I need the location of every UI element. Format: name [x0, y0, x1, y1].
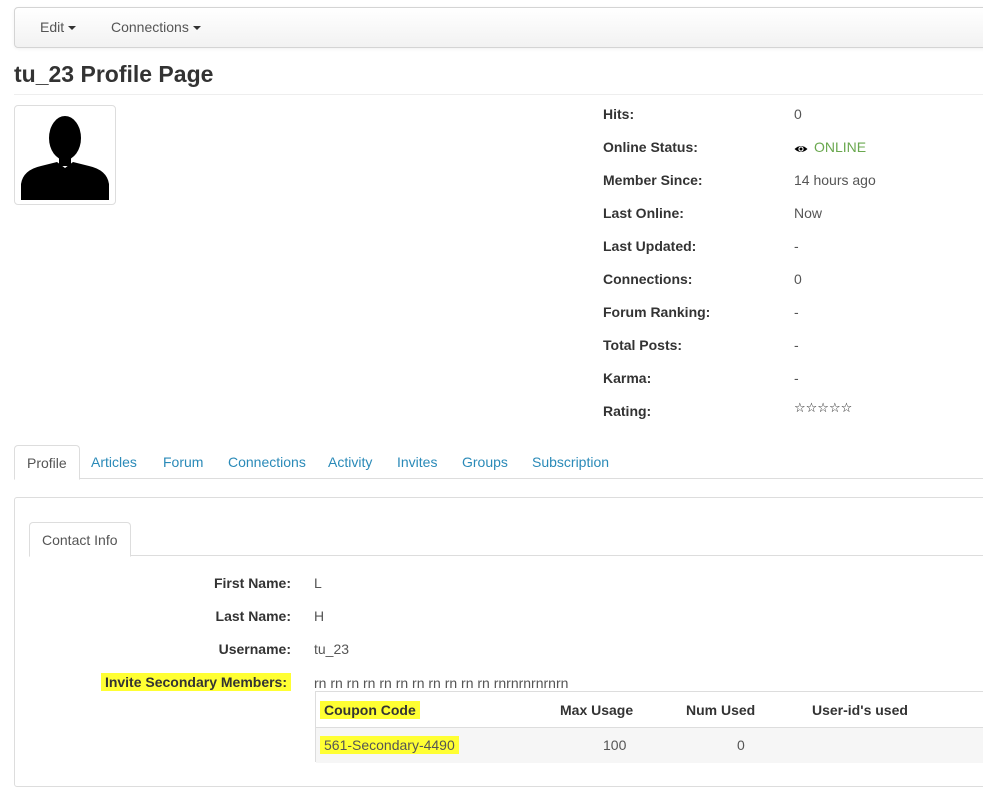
stat-value-hits: 0 [794, 106, 802, 122]
online-status-text: ONLINE [814, 139, 867, 155]
tab-articles[interactable]: Articles [91, 445, 137, 479]
tab-forum[interactable]: Forum [163, 445, 203, 479]
edit-menu-label: Edit [40, 19, 65, 35]
stat-label-online-status: Online Status: [603, 139, 698, 155]
rating-stars[interactable]: ☆☆☆☆☆ [794, 400, 852, 416]
max-usage-cell: 100 [603, 737, 627, 753]
user-silhouette-icon [19, 110, 111, 200]
page-title: tu_23 Profile Page [14, 61, 214, 87]
username-label: Username: [218, 641, 291, 657]
top-navbar: Edit Connections [14, 7, 983, 48]
caret-down-icon [192, 26, 201, 31]
stat-label-last-online: Last Online: [603, 205, 684, 221]
profile-panel: Contact Info First Name: L Last Name: H … [14, 497, 983, 787]
user-ids-used-header: User-id's used [812, 702, 908, 718]
first-name-label: First Name: [213, 575, 291, 591]
stat-label-last-updated: Last Updated: [603, 238, 697, 254]
stat-label-total-posts: Total Posts: [603, 337, 683, 353]
stat-label-karma: Karma: [603, 370, 652, 386]
eye-icon [794, 146, 808, 152]
max-usage-header: Max Usage [560, 702, 634, 718]
invite-secondary-members-label-text: Invite Secondary Members: [100, 673, 291, 691]
tab-invites[interactable]: Invites [397, 445, 437, 479]
stat-value-last-updated: - [794, 238, 799, 254]
tab-connections[interactable]: Connections [228, 445, 306, 479]
avatar[interactable] [14, 105, 116, 205]
stat-value-connections: 0 [794, 271, 802, 287]
title-divider [14, 94, 983, 95]
tab-contact-info[interactable]: Contact Info [29, 522, 131, 557]
stat-value-member-since: 14 hours ago [794, 172, 876, 188]
first-name-value: L [314, 575, 322, 591]
tab-profile[interactable]: Profile [14, 445, 80, 480]
profile-tabs: Profile Articles Forum Connections Activ… [14, 445, 983, 480]
stat-value-forum-ranking: - [794, 304, 799, 320]
connections-menu[interactable]: Connections [111, 19, 201, 35]
stat-label-hits: Hits: [603, 106, 635, 122]
tab-subscription[interactable]: Subscription [532, 445, 609, 479]
stat-label-member-since: Member Since: [603, 172, 703, 188]
tab-activity[interactable]: Activity [328, 445, 372, 479]
stat-value-online-status: ONLINE [794, 139, 866, 155]
last-name-label: Last Name: [215, 608, 291, 624]
last-name-value: H [314, 608, 325, 624]
table-row: 561-Secondary-4490 100 0 [316, 727, 983, 763]
coupon-code-cell[interactable]: 561-Secondary-4490 [320, 736, 459, 754]
stat-label-connections: Connections: [603, 271, 693, 287]
coupon-table: Coupon Code Max Usage Num Used User-id's… [315, 691, 983, 763]
invite-secondary-members-label: Invite Secondary Members: [100, 673, 291, 691]
connections-menu-label: Connections [111, 19, 189, 35]
tab-groups[interactable]: Groups [462, 445, 508, 479]
num-used-header: Num Used [686, 702, 756, 718]
stat-value-total-posts: - [794, 337, 799, 353]
username-value: tu_23 [314, 641, 350, 657]
invite-secondary-members-value: rn rn rn rn rn rn rn rn rn rn rn rnrnrnr… [314, 675, 569, 691]
caret-down-icon [68, 26, 77, 31]
coupon-code-header: Coupon Code [320, 701, 420, 719]
stat-label-forum-ranking: Forum Ranking: [603, 304, 711, 320]
num-used-cell: 0 [737, 737, 745, 753]
stat-label-rating: Rating: [603, 403, 652, 419]
edit-menu[interactable]: Edit [40, 19, 77, 35]
clipped-top-text [0, 0, 983, 4]
stat-value-last-online: Now [794, 205, 823, 221]
contact-subtabs: Contact Info [29, 522, 983, 557]
stat-value-karma: - [794, 370, 799, 386]
